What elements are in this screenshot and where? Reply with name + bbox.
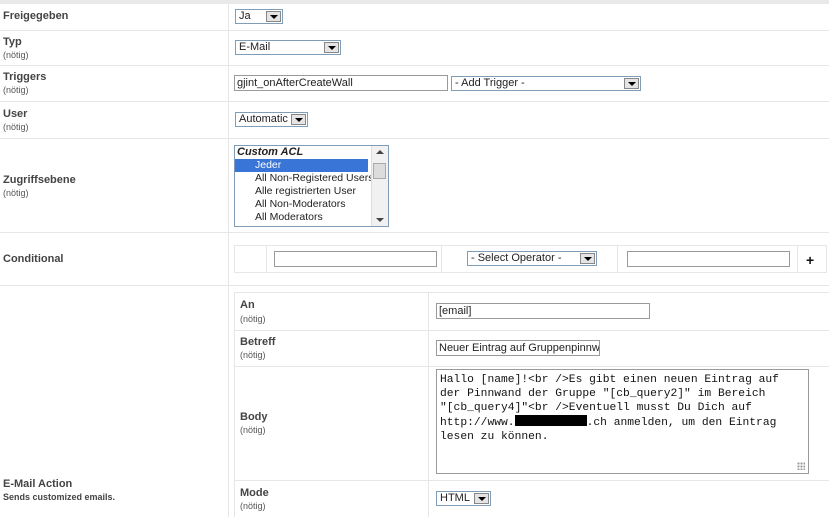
body-line-end: .ch anmelden, um den Eintrag: [586, 417, 777, 429]
add-trigger-select[interactable]: - Add Trigger -: [451, 76, 641, 91]
betreff-label: Betreff: [240, 336, 276, 348]
listbox-option[interactable]: Jeder: [235, 159, 368, 172]
mode-select[interactable]: HTML: [436, 491, 491, 506]
trigger-input[interactable]: gjint_onAfterCreateWall: [234, 75, 448, 91]
body-line: lesen zu können.: [440, 431, 549, 443]
an-label: An: [240, 299, 255, 311]
subject-input[interactable]: Neuer Eintrag auf Gruppenpinnwa: [436, 340, 600, 356]
listbox-option[interactable]: All Non-Moderators: [235, 198, 368, 211]
freigegeben-select[interactable]: Ja: [235, 9, 283, 24]
operator-value: - Select Operator -: [471, 252, 562, 264]
operator-select[interactable]: - Select Operator -: [467, 251, 597, 266]
add-condition-button[interactable]: +: [806, 252, 814, 268]
zugriff-label: Zugriffsebene: [3, 174, 76, 186]
access-level-listbox[interactable]: Custom ACL Jeder All Non-Registered User…: [234, 145, 389, 227]
scroll-thumb[interactable]: [373, 163, 386, 179]
typ-select[interactable]: E-Mail: [235, 40, 341, 55]
body-line: Hallo [name]!<br />Es gibt einen neuen E…: [440, 374, 779, 386]
freigegeben-value: Ja: [239, 10, 251, 22]
top-border: [0, 0, 829, 4]
freigegeben-label: Freigegeben: [3, 10, 69, 22]
column-divider: [428, 292, 429, 517]
typ-required: (nötig): [3, 50, 29, 60]
row-divider: [0, 30, 829, 31]
triggers-required: (nötig): [3, 85, 29, 95]
condition-value-input[interactable]: [627, 251, 790, 267]
email-action-description: Sends customized emails.: [3, 492, 116, 502]
chevron-down-icon: [624, 78, 639, 89]
listbox-group-label: Custom ACL: [237, 146, 304, 158]
mode-label: Mode: [240, 487, 269, 499]
row-divider: [0, 138, 829, 139]
body-required: (nötig): [240, 425, 266, 435]
body-line: http://www. .ch anmelden, um den Eintrag: [440, 415, 805, 430]
listbox-option[interactable]: All Non-Registered Users: [235, 172, 373, 185]
row-divider: [0, 285, 829, 286]
an-required: (nötig): [240, 314, 266, 324]
body-line: "[cb_query4]"<br />Eventuell musst Du Di…: [440, 402, 752, 414]
condition-field-input[interactable]: [274, 251, 437, 267]
resize-grip-icon[interactable]: [797, 462, 805, 470]
row-divider: [234, 480, 829, 481]
scroll-down-icon[interactable]: [376, 218, 384, 222]
mode-value: HTML: [440, 492, 470, 504]
row-divider: [234, 366, 829, 367]
zugriff-required: (nötig): [3, 188, 29, 198]
row-divider: [234, 330, 829, 331]
column-divider: [228, 4, 229, 517]
typ-label: Typ: [3, 36, 22, 48]
user-select[interactable]: Automatic: [235, 112, 308, 127]
chevron-down-icon: [291, 114, 306, 125]
row-divider: [234, 292, 829, 293]
row-divider: [0, 65, 829, 66]
body-line-start: http://www.: [440, 417, 515, 429]
row-divider: [0, 232, 829, 233]
user-value: Automatic: [239, 113, 288, 125]
chevron-down-icon: [580, 253, 595, 264]
betreff-required: (nötig): [240, 350, 266, 360]
listbox-scrollbar[interactable]: [371, 146, 388, 226]
typ-value: E-Mail: [239, 41, 271, 53]
listbox-option[interactable]: All Moderators: [235, 211, 368, 224]
conditional-label: Conditional: [3, 253, 64, 265]
recipient-input[interactable]: [email]: [436, 303, 650, 319]
chevron-down-icon: [474, 493, 489, 504]
column-divider: [234, 292, 235, 517]
chevron-down-icon: [266, 11, 281, 22]
listbox-option[interactable]: Alle registrierten User: [235, 185, 368, 198]
row-divider: [0, 101, 829, 102]
triggers-label: Triggers: [3, 71, 47, 83]
user-label: User: [3, 108, 28, 120]
email-action-label: E-Mail Action: [3, 478, 73, 490]
scroll-up-icon[interactable]: [376, 150, 384, 154]
conditional-cell: [234, 245, 267, 273]
body-label: Body: [240, 411, 268, 423]
body-textarea[interactable]: Hallo [name]!<br />Es gibt einen neuen E…: [436, 369, 809, 474]
add-trigger-value: - Add Trigger -: [455, 77, 525, 89]
mode-required: (nötig): [240, 501, 266, 511]
chevron-down-icon: [324, 42, 339, 53]
body-line: der Pinnwand der Gruppe "[cb_query2]" im…: [440, 388, 766, 400]
redacted-block: [514, 415, 587, 426]
user-required: (nötig): [3, 122, 29, 132]
